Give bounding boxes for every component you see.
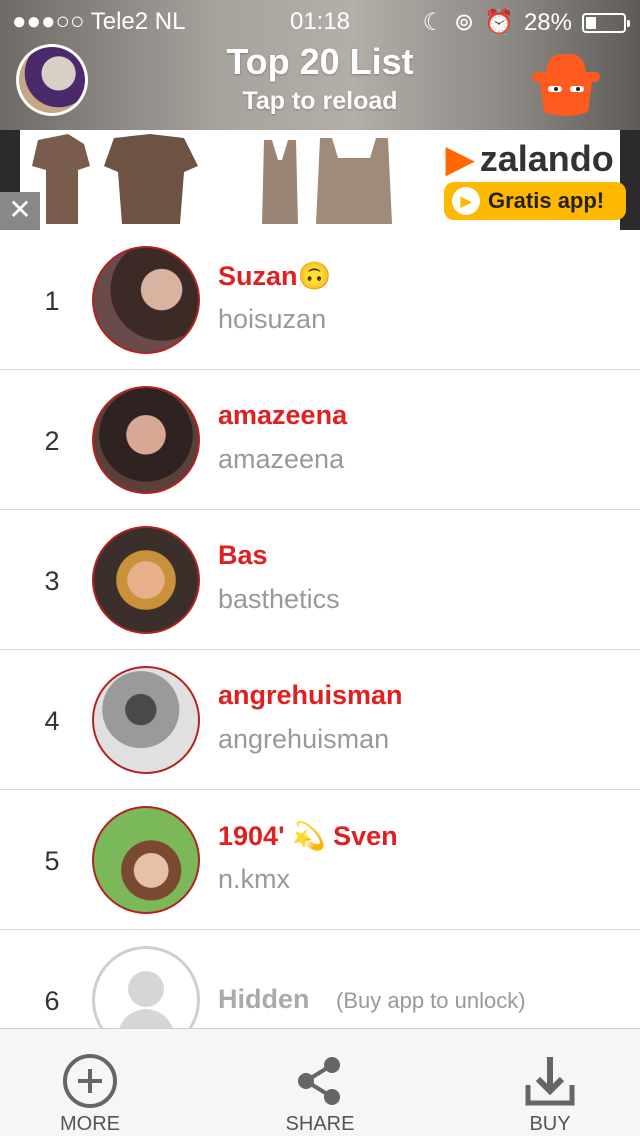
buy-button[interactable]: BUY <box>460 1029 640 1136</box>
ad-content[interactable]: ▶ zalando ▶ Gratis app! <box>20 130 626 230</box>
username: basthetics <box>218 584 340 614</box>
list-item[interactable]: 1 Suzan🙃 hoisuzan <box>0 230 640 370</box>
username: n.kmx <box>218 864 291 894</box>
bottom-toolbar: MORE SHARE BUY <box>0 1028 640 1136</box>
share-icon <box>298 1057 340 1105</box>
share-label: SHARE <box>285 1113 355 1135</box>
ad-brand-logo: ▶ zalando <box>446 138 614 179</box>
list-item[interactable]: 5 1904' 💫 Sven n.kmx <box>0 790 640 930</box>
more-label: MORE <box>60 1113 120 1135</box>
ad-banner[interactable]: ▶ zalando ▶ Gratis app! <box>0 130 640 230</box>
avatar[interactable] <box>92 386 200 494</box>
username: angrehuisman <box>218 724 390 754</box>
spy-hat-icon[interactable] <box>526 42 606 122</box>
more-button[interactable]: MORE <box>0 1029 180 1136</box>
avatar[interactable] <box>92 246 200 354</box>
rank-number: 4 <box>44 706 60 736</box>
status-right: ☾ ⊚ ⏰ 28% <box>422 8 630 37</box>
username: amazeena <box>218 444 345 474</box>
share-button[interactable]: SHARE <box>230 1029 410 1136</box>
ad-close-button[interactable]: ✕ <box>0 192 40 230</box>
avatar[interactable] <box>92 806 200 914</box>
rank-number: 6 <box>44 986 60 1016</box>
header: ●●●○○ Tele2 NL 01:18 ☾ ⊚ ⏰ 28% Top 20 Li… <box>0 0 640 130</box>
display-name: Hidden <box>218 984 310 1014</box>
list-item[interactable]: 4 angrehuisman angrehuisman <box>0 650 640 790</box>
battery-percent: 28% <box>523 8 572 36</box>
unlock-note: (Buy app to unlock) <box>336 988 526 1013</box>
rank-number: 1 <box>44 286 60 316</box>
list-item[interactable]: 3 Bas basthetics <box>0 510 640 650</box>
add-circle-icon <box>63 1054 117 1108</box>
status-bar: ●●●○○ Tele2 NL 01:18 ☾ ⊚ ⏰ 28% <box>0 0 640 40</box>
top-list: 1 Suzan🙃 hoisuzan 2 amazeena amazeena 3 … <box>0 230 640 1070</box>
display-name: angrehuisman <box>218 680 403 710</box>
avatar[interactable] <box>92 526 200 634</box>
rotation-lock-icon: ⊚ <box>453 9 475 36</box>
display-name: Bas <box>218 540 268 570</box>
rank-number: 5 <box>44 846 60 876</box>
avatar[interactable] <box>92 666 200 774</box>
ad-product-images <box>32 134 392 224</box>
list-item[interactable]: 2 amazeena amazeena <box>0 370 640 510</box>
rank-number: 3 <box>44 566 60 596</box>
battery-icon <box>582 12 630 33</box>
buy-label: BUY <box>529 1113 571 1135</box>
play-icon: ▶ <box>452 187 480 215</box>
username: hoisuzan <box>218 304 327 334</box>
ad-cta-button[interactable]: ▶ Gratis app! <box>444 182 626 220</box>
rank-number: 2 <box>44 426 60 456</box>
moon-icon: ☾ <box>422 9 444 36</box>
alarm-icon: ⏰ <box>484 9 514 36</box>
display-name: amazeena <box>218 400 348 430</box>
display-name: 1904' 💫 Sven <box>218 821 398 851</box>
display-name: Suzan🙃 <box>218 261 332 291</box>
download-icon <box>525 1057 575 1106</box>
